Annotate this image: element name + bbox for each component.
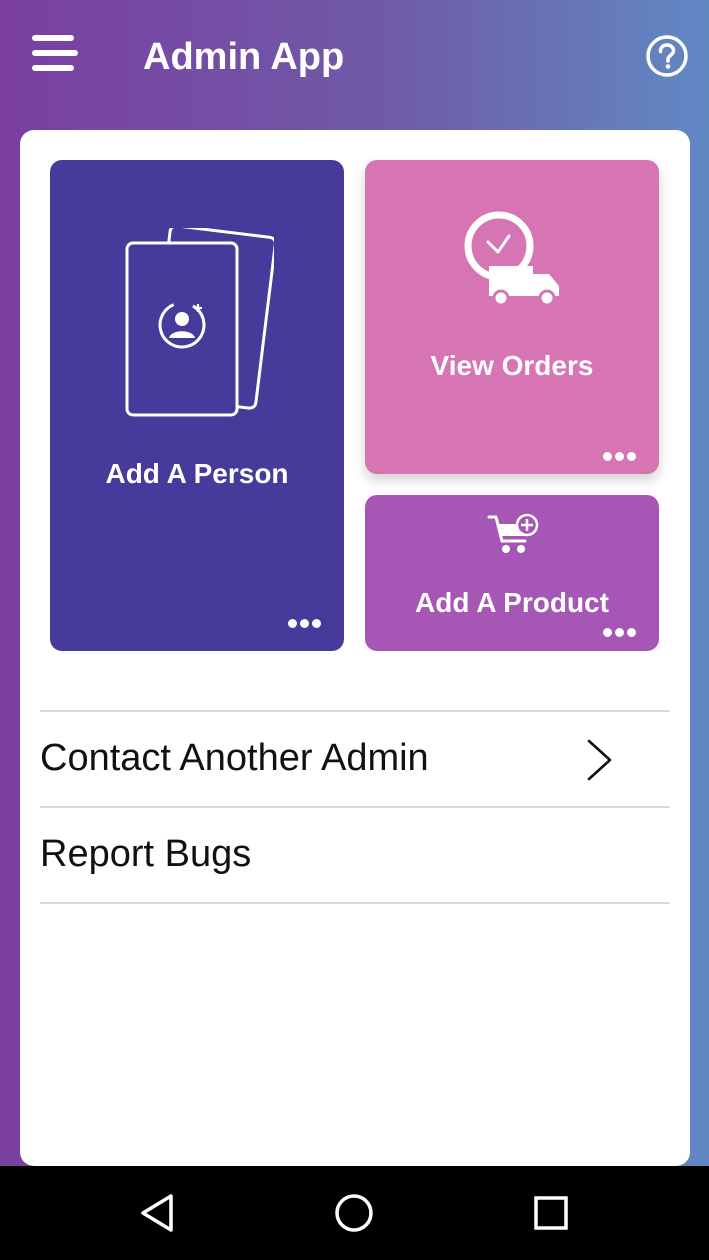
cart-add-icon [487,513,539,553]
list-item-contact-admin[interactable]: Contact Another Admin [40,710,670,806]
more-dots-icon[interactable] [288,619,322,629]
add-person-tile[interactable]: Add A Person [50,160,344,651]
system-navigation-bar [0,1166,709,1260]
view-orders-label: View Orders [430,350,594,381]
add-person-label: Add A Person [105,458,289,489]
options-list: Contact Another Admin Report Bugs [40,710,670,904]
contact-cards-add-icon [125,228,274,417]
back-triangle-icon[interactable] [136,1191,180,1235]
add-product-tile[interactable]: Add A Product [365,495,659,651]
chevron-right-icon [587,739,612,781]
contact-admin-label: Contact Another Admin [40,737,429,779]
main-card: Add A Person View Orders Add A Product C… [20,130,690,1166]
list-item-report-bugs[interactable]: Report Bugs [40,806,670,904]
hamburger-menu-icon[interactable] [32,34,80,74]
app-header: Admin App [0,0,709,115]
more-dots-icon[interactable] [603,452,637,462]
recents-square-icon[interactable] [529,1191,573,1235]
page-title: Admin App [143,36,345,78]
clock-delivery-truck-icon [464,211,559,307]
more-dots-icon[interactable] [603,628,637,638]
add-product-label: Add A Product [415,587,609,618]
help-circle-icon[interactable] [645,34,689,78]
home-circle-icon[interactable] [332,1191,376,1235]
view-orders-tile[interactable]: View Orders [365,160,659,474]
report-bugs-label: Report Bugs [40,833,252,875]
